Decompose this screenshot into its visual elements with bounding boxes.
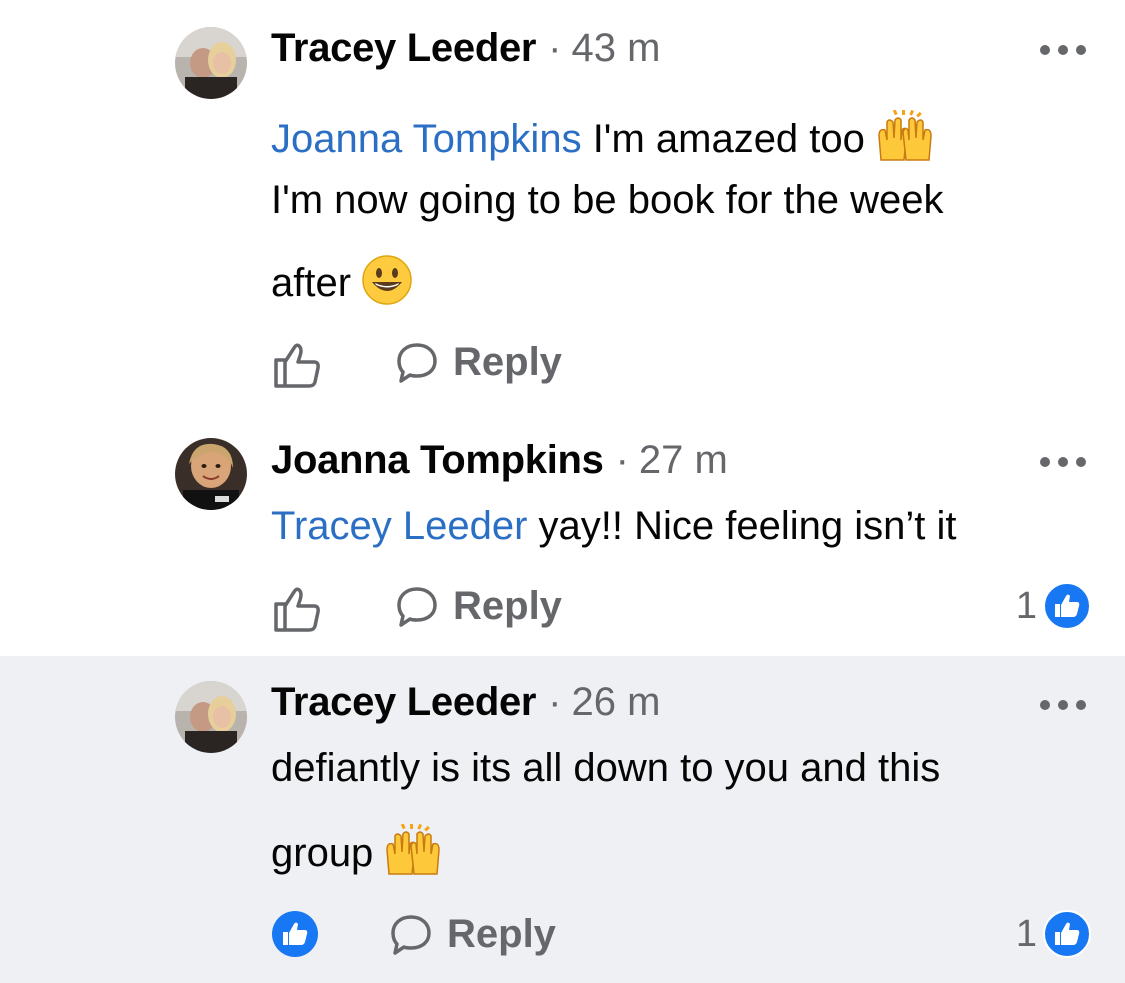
separator-dot: · bbox=[548, 680, 562, 724]
comment-author[interactable]: Tracey Leeder bbox=[271, 680, 536, 725]
comment-text: I'm amazed too bbox=[581, 117, 865, 161]
comment-actions: Reply bbox=[271, 338, 1091, 388]
comment-author[interactable]: Joanna Tompkins bbox=[271, 438, 604, 483]
comment-text: group bbox=[271, 831, 374, 875]
mention-link[interactable]: Joanna Tompkins bbox=[271, 117, 582, 161]
comment-timestamp[interactable]: 26 m bbox=[572, 680, 661, 725]
more-options-icon[interactable] bbox=[1040, 455, 1086, 469]
reply-label: Reply bbox=[453, 340, 562, 384]
raising-hands-emoji bbox=[875, 109, 935, 172]
comment-3: Tracey Leeder · 26 m defiantly is its al… bbox=[0, 656, 1125, 983]
comment-header: Tracey Leeder · 43 m bbox=[271, 26, 660, 71]
reaction-count: 1 bbox=[1015, 584, 1037, 627]
comment-text-line: Tracey Leeder yay!! Nice feeling isn’t i… bbox=[271, 504, 957, 549]
comment-author[interactable]: Tracey Leeder bbox=[271, 26, 536, 71]
comment-text-line: Joanna Tompkins I'm amazed too bbox=[271, 109, 935, 172]
comment-header: Joanna Tompkins · 27 m bbox=[271, 438, 728, 483]
like-button[interactable] bbox=[271, 582, 323, 634]
like-button-active[interactable] bbox=[271, 910, 319, 958]
mention-link[interactable]: Tracey Leeder bbox=[271, 504, 527, 548]
reply-label: Reply bbox=[453, 584, 562, 628]
avatar-tracey-leeder[interactable] bbox=[175, 681, 247, 753]
comment-timestamp[interactable]: 27 m bbox=[639, 438, 728, 483]
reaction-summary[interactable]: 1 bbox=[1016, 910, 1091, 958]
like-button[interactable] bbox=[271, 338, 323, 390]
reply-button[interactable]: Reply bbox=[395, 340, 562, 385]
speech-bubble-icon bbox=[397, 586, 437, 627]
like-reaction-icon bbox=[1043, 910, 1091, 958]
avatar-photo bbox=[175, 438, 247, 510]
like-reaction-icon bbox=[1043, 582, 1091, 630]
separator-dot: · bbox=[615, 438, 629, 482]
avatar-tracey-leeder[interactable] bbox=[175, 27, 247, 99]
comment-text: after bbox=[271, 261, 352, 305]
comment-actions: Reply 1 bbox=[271, 582, 1091, 632]
comment-text: I'm now going to be book for the week bbox=[271, 178, 944, 222]
speech-bubble-icon bbox=[391, 914, 431, 955]
comment-1: Tracey Leeder · 43 m Joanna Tompkins I'm… bbox=[0, 0, 1125, 420]
separator-dot: · bbox=[548, 26, 562, 70]
grinning-face-emoji bbox=[361, 254, 413, 316]
speech-bubble-icon bbox=[397, 342, 437, 383]
avatar-photo bbox=[175, 27, 247, 99]
reply-label: Reply bbox=[447, 912, 556, 956]
comment-text-last-line: group bbox=[271, 823, 443, 886]
reply-button[interactable]: Reply bbox=[389, 912, 556, 957]
raising-hands-emoji bbox=[383, 823, 443, 886]
comment-actions: Reply 1 bbox=[271, 910, 1091, 960]
comment-text: yay!! Nice feeling isn’t it bbox=[527, 504, 957, 548]
more-options-icon[interactable] bbox=[1040, 698, 1086, 712]
reaction-count: 1 bbox=[1015, 912, 1037, 955]
avatar-photo bbox=[175, 681, 247, 753]
comment-2: Joanna Tompkins · 27 m Tracey Leeder yay… bbox=[0, 420, 1125, 656]
more-options-icon[interactable] bbox=[1040, 43, 1086, 57]
reaction-summary[interactable]: 1 bbox=[1016, 582, 1091, 630]
comment-timestamp[interactable]: 43 m bbox=[572, 26, 661, 71]
comment-header: Tracey Leeder · 26 m bbox=[271, 680, 660, 725]
avatar-joanna-tompkins[interactable] bbox=[175, 438, 247, 510]
comment-text: defiantly is its all down to you and thi… bbox=[271, 746, 941, 790]
comment-text-last-line: after bbox=[271, 254, 413, 316]
reply-button[interactable]: Reply bbox=[395, 584, 562, 629]
